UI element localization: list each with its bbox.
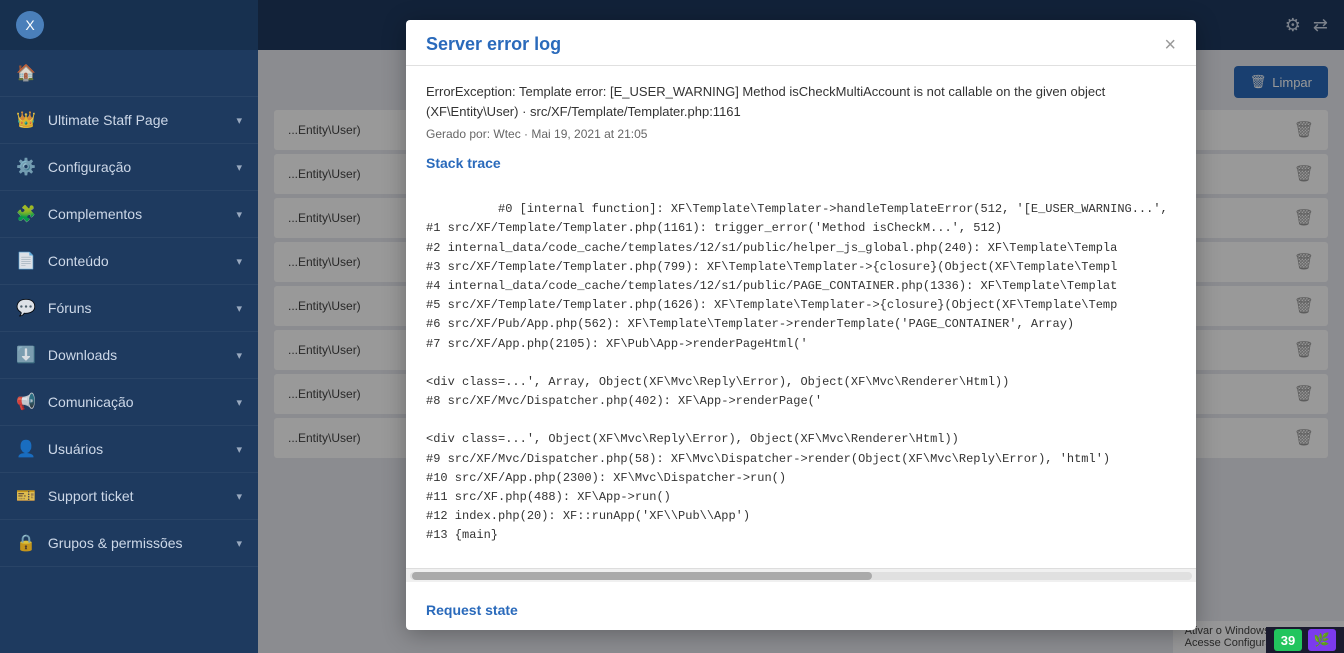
sidebar-item-label: Conteúdo xyxy=(48,253,109,269)
sidebar-item-comunicacao[interactable]: 📢 Comunicação ▾ xyxy=(0,379,258,426)
stack-trace-box[interactable]: #0 [internal function]: XF\Template\Temp… xyxy=(426,181,1176,552)
server-error-modal: Server error log × ErrorException: Templ… xyxy=(406,20,1196,630)
modal-scrollbar[interactable] xyxy=(406,568,1196,582)
sidebar-item-label: Support ticket xyxy=(48,488,134,504)
taskbar-item-1[interactable]: 39 xyxy=(1274,629,1302,651)
error-message: ErrorException: Template error: [E_USER_… xyxy=(426,82,1176,121)
user-icon: 👤 xyxy=(16,439,36,459)
logo-icon: X xyxy=(16,11,44,39)
ticket-icon: 🎫 xyxy=(16,486,36,506)
sidebar-item-grupos-permissoes[interactable]: 🔒 Grupos & permissões ▾ xyxy=(0,520,258,567)
sidebar-item-configuracao[interactable]: ⚙️ Configuração ▾ xyxy=(0,144,258,191)
sidebar-item-support-ticket[interactable]: 🎫 Support ticket ▾ xyxy=(0,473,258,520)
sidebar-item-conteudo[interactable]: 📄 Conteúdo ▾ xyxy=(0,238,258,285)
modal-close-button[interactable]: × xyxy=(1164,35,1176,55)
chevron-down-icon: ▾ xyxy=(236,490,242,503)
sidebar-item-label: Downloads xyxy=(48,347,117,363)
chevron-down-icon: ▾ xyxy=(236,537,242,550)
gear-icon: ⚙️ xyxy=(16,157,36,177)
chevron-down-icon: ▾ xyxy=(236,255,242,268)
chevron-down-icon: ▾ xyxy=(236,443,242,456)
sidebar-item-complementos[interactable]: 🧩 Complementos ▾ xyxy=(0,191,258,238)
modal-body: ErrorException: Template error: [E_USER_… xyxy=(406,66,1196,568)
sidebar-item-label: Comunicação xyxy=(48,394,134,410)
chevron-down-icon: ▾ xyxy=(236,396,242,409)
sidebar-item-home[interactable]: 🏠 xyxy=(0,50,258,97)
modal-header: Server error log × xyxy=(406,20,1196,66)
crown-icon: 👑 xyxy=(16,110,36,130)
sidebar-item-label: Complementos xyxy=(48,206,142,222)
chevron-down-icon: ▾ xyxy=(236,114,242,127)
modal-title: Server error log xyxy=(426,34,561,55)
sidebar-item-label: Usuários xyxy=(48,441,103,457)
chevron-down-icon: ▾ xyxy=(236,161,242,174)
home-icon: 🏠 xyxy=(16,63,36,83)
error-generated: Gerado por: Wtec · Mai 19, 2021 at 21:05 xyxy=(426,127,1176,141)
sidebar-item-downloads[interactable]: ⬇️ Downloads ▾ xyxy=(0,332,258,379)
sidebar-item-label: Configuração xyxy=(48,159,131,175)
megaphone-icon: 📢 xyxy=(16,392,36,412)
chat-icon: 💬 xyxy=(16,298,36,318)
sidebar-item-usuarios[interactable]: 👤 Usuários ▾ xyxy=(0,426,258,473)
sidebar-item-foruns[interactable]: 💬 Fóruns ▾ xyxy=(0,285,258,332)
main-area: ⚙ ⇄ 🗑 Limpar ...Entity\User) 🗑 ...Entity… xyxy=(258,0,1344,653)
document-icon: 📄 xyxy=(16,251,36,271)
scrollbar-track xyxy=(410,572,1192,580)
chevron-down-icon: ▾ xyxy=(236,302,242,315)
chevron-down-icon: ▾ xyxy=(236,208,242,221)
sidebar-logo: X xyxy=(0,0,258,50)
taskbar-item-2[interactable]: 🌿 xyxy=(1308,629,1336,651)
lock-icon: 🔒 xyxy=(16,533,36,553)
modal-footer: Request state xyxy=(406,582,1196,630)
stack-trace-link[interactable]: Stack trace xyxy=(426,155,1176,171)
scrollbar-thumb xyxy=(412,572,872,580)
modal-overlay[interactable]: Server error log × ErrorException: Templ… xyxy=(258,0,1344,653)
download-icon: ⬇️ xyxy=(16,345,36,365)
request-state-link[interactable]: Request state xyxy=(426,602,518,618)
taskbar: 39 🌿 xyxy=(1266,627,1344,653)
sidebar-item-label: Grupos & permissões xyxy=(48,535,183,551)
sidebar-item-label: Fóruns xyxy=(48,300,92,316)
sidebar-item-ultimate-staff[interactable]: 👑 Ultimate Staff Page ▾ xyxy=(0,97,258,144)
sidebar-item-label: Ultimate Staff Page xyxy=(48,112,168,128)
chevron-down-icon: ▾ xyxy=(236,349,242,362)
puzzle-icon: 🧩 xyxy=(16,204,36,224)
sidebar: X 🏠 👑 Ultimate Staff Page ▾ ⚙️ Configura… xyxy=(0,0,258,653)
